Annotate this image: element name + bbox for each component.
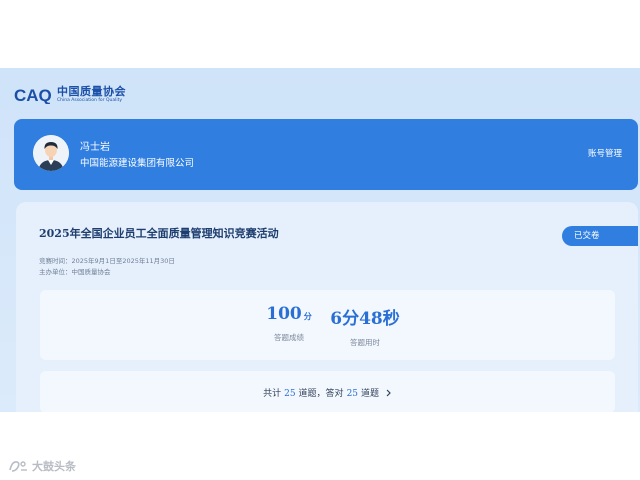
time-label: 答题用时 xyxy=(350,338,380,347)
score-value: 100 分 xyxy=(266,304,312,324)
app-window: CAQ 中国质量协会 China Association for Quality… xyxy=(0,68,640,412)
caq-logo-icon: CAQ xyxy=(14,86,52,104)
contest-card: 2025年全国企业员工全面质量管理知识竞赛活动 已交卷 竞赛时间：2025年9月… xyxy=(16,202,638,412)
account-management-link[interactable]: 账号管理 xyxy=(588,147,622,159)
user-organization: 中国能源建设集团有限公司 xyxy=(80,158,195,169)
contest-time: 竞赛时间：2025年9月1日至2025年11月30日 xyxy=(39,257,175,265)
brand-logo: CAQ 中国质量协会 China Association for Quality xyxy=(14,86,126,104)
watermark: 大鼓头条 xyxy=(8,458,76,474)
time-stat: 6分48秒 答题用时 xyxy=(315,304,415,348)
status-badge: 已交卷 xyxy=(562,226,638,246)
user-avatar-icon xyxy=(33,135,69,171)
brand-name-cn: 中国质量协会 xyxy=(57,85,126,99)
answer-summary-text: 共计 25 道题，答对 25 道题 xyxy=(40,386,615,399)
brand-name-en: China Association for Quality xyxy=(57,98,123,104)
chevron-right-icon xyxy=(386,389,391,397)
user-name: 冯士岩 xyxy=(80,142,110,153)
contest-organizer: 主办单位：中国质量协会 xyxy=(39,268,111,276)
brand-text: 中国质量协会 China Association for Quality xyxy=(57,86,126,104)
watermark-text: 大鼓头条 xyxy=(32,460,76,473)
result-panel: 100 分 答题成绩 6分48秒 答题用时 xyxy=(40,290,615,360)
time-value: 6分48秒 xyxy=(330,309,400,329)
score-stat: 100 分 答题成绩 xyxy=(254,304,324,343)
contest-title: 2025年全国企业员工全面质量管理知识竞赛活动 xyxy=(39,227,279,240)
answer-summary-button[interactable]: 共计 25 道题，答对 25 道题 xyxy=(40,371,615,412)
watermark-logo-icon xyxy=(9,461,27,472)
user-card: 冯士岩 中国能源建设集团有限公司 账号管理 xyxy=(14,119,638,190)
svg-text:CAQ: CAQ xyxy=(14,86,52,104)
score-label: 答题成绩 xyxy=(274,333,304,342)
